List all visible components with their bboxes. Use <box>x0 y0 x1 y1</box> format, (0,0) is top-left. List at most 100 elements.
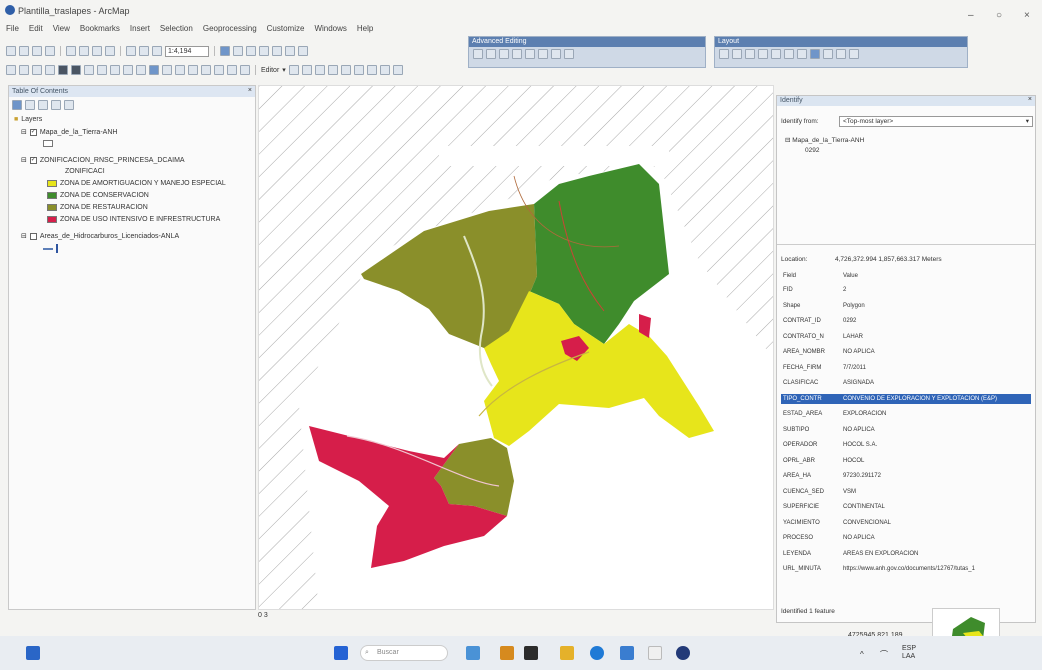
toc-options-icon[interactable] <box>64 100 74 110</box>
identify-close-icon[interactable]: × <box>1028 96 1032 103</box>
new-document-icon[interactable] <box>6 46 16 56</box>
clear-selection-icon[interactable] <box>123 65 133 75</box>
identify-tree-root[interactable]: ⊟ Mapa_de_la_Tierra-ANH <box>785 136 864 144</box>
time-slider-icon[interactable] <box>240 65 250 75</box>
zoom-100-icon[interactable] <box>771 49 781 59</box>
rotate-icon[interactable] <box>366 65 377 75</box>
zoom-in-icon[interactable] <box>6 65 16 75</box>
select-features-icon[interactable] <box>110 65 120 75</box>
attributes-icon[interactable] <box>379 65 390 75</box>
chevron-down-icon[interactable]: ▾ <box>1026 117 1029 126</box>
expand-icon[interactable]: ⊟ <box>21 128 27 136</box>
menu-file[interactable]: File <box>6 24 19 36</box>
toc-close-icon[interactable]: × <box>248 87 252 94</box>
catalog-window-icon[interactable] <box>246 46 256 56</box>
layout-forward-icon[interactable] <box>797 49 807 59</box>
attribute-row[interactable]: Shape Polygon <box>781 301 1031 311</box>
menu-edit[interactable]: Edit <box>29 24 43 36</box>
toc-layer-mapa-tierra[interactable]: ⊟ ✓ Mapa_de_la_Tierra-ANH <box>21 128 117 136</box>
store-icon[interactable] <box>524 646 538 660</box>
layout-zoom-out-icon[interactable] <box>732 49 742 59</box>
undo-icon[interactable] <box>126 46 136 56</box>
sketch-properties-icon[interactable] <box>392 65 403 75</box>
delete-icon[interactable] <box>105 46 115 56</box>
attribute-row[interactable]: FECHA_FIRM 7/7/2011 <box>781 363 1031 373</box>
attribute-row[interactable]: ESTAD_AREA EXPLORACION <box>781 409 1031 419</box>
legend-item-amortiguacion[interactable]: ZONA DE AMORTIGUACION Y MANEJO ESPECIAL <box>47 180 226 187</box>
zoom-percent-icon[interactable] <box>810 49 820 59</box>
expand-icon[interactable]: ⊟ <box>21 232 27 240</box>
full-extent-icon[interactable] <box>45 65 55 75</box>
toc-root-layers[interactable]: ■ Layers <box>14 116 42 123</box>
back-extent-icon[interactable] <box>84 65 94 75</box>
network-icon[interactable]: ⌒ <box>880 649 888 660</box>
editor-menu[interactable]: Editor <box>261 67 279 74</box>
straight-segment-icon[interactable] <box>301 65 312 75</box>
list-by-visibility-icon[interactable] <box>38 100 48 110</box>
attribute-row[interactable]: URL_MINUTA https://www.anh.gov.co/documen… <box>781 564 1031 574</box>
attribute-row[interactable]: AREA_HA 97230.291172 <box>781 471 1031 481</box>
extend-icon[interactable] <box>499 49 509 59</box>
legend-item-restauracion[interactable]: ZONA DE RESTAURACION <box>47 204 148 211</box>
attribute-row[interactable]: OPERADOR HOCOL S.A. <box>781 440 1031 450</box>
zoom-whole-page-icon[interactable] <box>758 49 768 59</box>
toc-layer-areas-hidrocarburos[interactable]: ⊟ Areas_de_Hidrocarburos_Licenciados-ANL… <box>21 232 179 240</box>
map-canvas[interactable] <box>259 86 774 610</box>
smooth-icon[interactable] <box>564 49 574 59</box>
list-by-selection-icon[interactable] <box>51 100 61 110</box>
taskbar-search-input[interactable]: ⌕ Buscar <box>360 645 448 661</box>
identify-from-select[interactable]: <Top-most layer> ▾ <box>839 116 1033 127</box>
attribute-row[interactable]: SUPERFICIE CONTINENTAL <box>781 502 1031 512</box>
folder-icon[interactable] <box>560 646 574 660</box>
menu-view[interactable]: View <box>53 24 70 36</box>
split-icon[interactable] <box>353 65 364 75</box>
toc-layer-zonificacion[interactable]: ⊟ ✓ ZONIFICACION_RNSC_PRINCESA_DCAIMA <box>21 156 185 164</box>
close-icon[interactable]: × <box>1024 10 1030 21</box>
expand-icon[interactable]: ⊟ <box>21 156 27 164</box>
menu-geoprocessing[interactable]: Geoprocessing <box>203 24 257 36</box>
reshape-icon[interactable] <box>327 65 338 75</box>
explode-icon[interactable] <box>538 49 548 59</box>
python-window-icon[interactable] <box>285 46 295 56</box>
menu-help[interactable]: Help <box>357 24 373 36</box>
trace-icon[interactable] <box>314 65 325 75</box>
menu-selection[interactable]: Selection <box>160 24 193 36</box>
attribute-row[interactable]: CLASIFICAC ASIGNADA <box>781 378 1031 388</box>
paste-icon[interactable] <box>92 46 102 56</box>
cut-polygon-icon[interactable] <box>340 65 351 75</box>
weather-icon[interactable] <box>466 646 480 660</box>
legend-item-conservacion[interactable]: ZONA DE CONSERVACION <box>47 192 149 199</box>
attribute-row[interactable]: OPRL_ABR HOCOL <box>781 456 1031 466</box>
cut-icon[interactable] <box>66 46 76 56</box>
menu-windows[interactable]: Windows <box>314 24 346 36</box>
arctoolbox-icon[interactable] <box>272 46 282 56</box>
menu-bookmarks[interactable]: Bookmarks <box>80 24 120 36</box>
file-explorer-icon[interactable] <box>500 646 514 660</box>
attribute-row[interactable]: YACIMIENTO CONVENCIONAL <box>781 518 1031 528</box>
layer-visibility-checkbox[interactable] <box>29 232 37 240</box>
html-popup-icon[interactable] <box>175 65 185 75</box>
identify-icon[interactable] <box>149 65 159 75</box>
model-builder-icon[interactable] <box>298 46 308 56</box>
toc-window-icon[interactable] <box>233 46 243 56</box>
add-data-icon[interactable] <box>152 46 162 56</box>
copy-icon[interactable] <box>79 46 89 56</box>
editor-toolbar-icon[interactable] <box>220 46 230 56</box>
tray-chevron-icon[interactable]: ^ <box>860 650 864 659</box>
layout-pan-icon[interactable] <box>745 49 755 59</box>
arcmap-taskbar-icon[interactable] <box>676 646 690 660</box>
document-icon[interactable] <box>648 646 662 660</box>
attribute-row[interactable]: TIPO_CONTR CONVENIO DE EXPLORACION Y EXPL… <box>781 393 1031 404</box>
attribute-row[interactable]: FID 2 <box>781 285 1031 295</box>
attribute-row[interactable]: CONTRATO_N LAHAR <box>781 332 1031 342</box>
legend-item-uso-intensivo[interactable]: ZONA DE USO INTENSIVO E INFRESTRUCTURA <box>47 216 220 223</box>
open-icon[interactable] <box>19 46 29 56</box>
layer-visibility-checkbox[interactable]: ✓ <box>29 156 37 164</box>
menu-customize[interactable]: Customize <box>267 24 305 36</box>
copy-features-icon[interactable] <box>473 49 483 59</box>
attribute-row[interactable]: AREA_NOMBR NO APLICA <box>781 347 1031 357</box>
zoom-out-icon[interactable] <box>19 65 29 75</box>
menu-insert[interactable]: Insert <box>130 24 150 36</box>
layer-visibility-checkbox[interactable]: ✓ <box>29 128 37 136</box>
arcgis-icon[interactable] <box>620 646 634 660</box>
